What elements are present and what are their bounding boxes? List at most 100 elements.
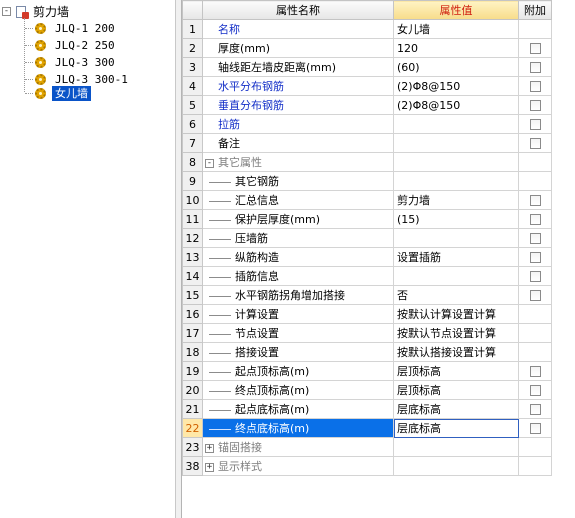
row-number: 12 bbox=[182, 228, 203, 248]
property-name: 计算设置 bbox=[235, 308, 279, 321]
expand-icon[interactable]: + bbox=[205, 462, 214, 472]
extra-checkbox[interactable] bbox=[529, 214, 541, 225]
property-name: 起点底标高(m) bbox=[235, 403, 310, 416]
row-number: 4 bbox=[182, 76, 203, 96]
table-row-selected[interactable]: 22 终点底标高(m) 层底标高 bbox=[182, 418, 552, 438]
table-row[interactable]: 14 插筋信息 bbox=[182, 266, 552, 286]
tree-root[interactable]: - 剪力墙 bbox=[2, 3, 69, 20]
tree-item[interactable]: JLQ-2 250 bbox=[25, 37, 118, 53]
column-header-extra[interactable]: 附加 bbox=[518, 0, 552, 20]
table-row[interactable]: 7 备注 bbox=[182, 133, 552, 153]
table-row[interactable]: 20 终点顶标高(m) 层顶标高 bbox=[182, 380, 552, 400]
extra-cell bbox=[518, 57, 552, 77]
property-value[interactable] bbox=[393, 266, 519, 286]
table-row[interactable]: 9 其它钢筋 bbox=[182, 171, 552, 191]
table-row[interactable]: 15 水平钢筋拐角增加搭接 否 bbox=[182, 285, 552, 305]
property-value[interactable]: (2)Φ8@150 bbox=[393, 95, 519, 115]
property-value[interactable]: 设置插筋 bbox=[393, 247, 519, 267]
extra-checkbox[interactable] bbox=[529, 81, 541, 92]
tree-item[interactable]: JLQ-3 300 bbox=[25, 54, 118, 70]
extra-checkbox[interactable] bbox=[529, 404, 541, 415]
extra-cell bbox=[518, 209, 552, 229]
group-row[interactable]: 8 - 其它属性 bbox=[182, 152, 552, 172]
extra-checkbox[interactable] bbox=[529, 366, 541, 377]
extra-checkbox[interactable] bbox=[529, 100, 541, 111]
property-value[interactable]: 120 bbox=[393, 38, 519, 58]
property-name: 垂直分布钢筋 bbox=[202, 95, 394, 115]
extra-cell bbox=[518, 114, 552, 134]
property-name: 保护层厚度(mm) bbox=[235, 213, 321, 226]
group-name-cell[interactable]: - 其它属性 bbox=[202, 152, 394, 172]
row-number: 17 bbox=[182, 323, 203, 343]
collapse-icon[interactable]: - bbox=[205, 158, 214, 168]
property-value[interactable]: 层顶标高 bbox=[393, 380, 519, 400]
extra-checkbox[interactable] bbox=[529, 271, 541, 282]
table-row[interactable]: 19 起点顶标高(m) 层顶标高 bbox=[182, 361, 552, 381]
tree-item-label: JLQ-1 200 bbox=[55, 21, 115, 35]
property-value[interactable] bbox=[393, 228, 519, 248]
group-name-cell[interactable]: + 显示样式 bbox=[202, 456, 394, 476]
gear-icon bbox=[35, 39, 46, 51]
row-number-header bbox=[182, 0, 203, 20]
table-row[interactable]: 17 节点设置 按默认节点设置计算 bbox=[182, 323, 552, 343]
row-number: 11 bbox=[182, 209, 203, 229]
property-value[interactable]: 按默认节点设置计算 bbox=[393, 323, 519, 343]
extra-checkbox[interactable] bbox=[529, 385, 541, 396]
group-row[interactable]: 38 + 显示样式 bbox=[182, 456, 552, 476]
property-value[interactable]: 层顶标高 bbox=[393, 361, 519, 381]
table-row[interactable]: 18 搭接设置 按默认搭接设置计算 bbox=[182, 342, 552, 362]
extra-checkbox[interactable] bbox=[529, 138, 541, 149]
table-row[interactable]: 13 纵筋构造 设置插筋 bbox=[182, 247, 552, 267]
property-value[interactable]: (15) bbox=[393, 209, 519, 229]
property-name-cell: 起点底标高(m) bbox=[202, 399, 394, 419]
property-value[interactable]: 女儿墙 bbox=[393, 19, 519, 39]
expand-icon[interactable]: + bbox=[205, 443, 214, 453]
property-value[interactable] bbox=[393, 114, 519, 134]
property-name: 纵筋构造 bbox=[235, 251, 279, 264]
group-row[interactable]: 23 + 锚固搭接 bbox=[182, 437, 552, 457]
table-row[interactable]: 16 计算设置 按默认计算设置计算 bbox=[182, 304, 552, 324]
group-name-cell[interactable]: + 锚固搭接 bbox=[202, 437, 394, 457]
gear-icon bbox=[35, 87, 46, 99]
column-header-name[interactable]: 属性名称 bbox=[202, 0, 394, 20]
extra-checkbox[interactable] bbox=[529, 423, 541, 434]
table-row[interactable]: 3 轴线距左墙皮距离(mm) (60) bbox=[182, 57, 552, 77]
table-row[interactable]: 5 垂直分布钢筋 (2)Φ8@150 bbox=[182, 95, 552, 115]
table-row[interactable]: 12 压墙筋 bbox=[182, 228, 552, 248]
property-name: 其它钢筋 bbox=[235, 175, 279, 188]
extra-checkbox[interactable] bbox=[529, 252, 541, 263]
extra-checkbox[interactable] bbox=[529, 195, 541, 206]
property-value[interactable]: 按默认计算设置计算 bbox=[393, 304, 519, 324]
extra-checkbox[interactable] bbox=[529, 119, 541, 130]
property-value[interactable]: (60) bbox=[393, 57, 519, 77]
extra-checkbox[interactable] bbox=[529, 62, 541, 73]
table-row[interactable]: 1 名称 女儿墙 bbox=[182, 19, 552, 39]
tree-item-selected[interactable]: 女儿墙 bbox=[25, 85, 91, 101]
tree-collapse-icon[interactable]: - bbox=[2, 7, 11, 16]
property-value bbox=[393, 152, 519, 172]
extra-checkbox[interactable] bbox=[529, 233, 541, 244]
table-row[interactable]: 21 起点底标高(m) 层底标高 bbox=[182, 399, 552, 419]
table-row[interactable]: 6 拉筋 bbox=[182, 114, 552, 134]
table-row[interactable]: 11 保护层厚度(mm) (15) bbox=[182, 209, 552, 229]
extra-checkbox[interactable] bbox=[529, 290, 541, 301]
property-value[interactable]: (2)Φ8@150 bbox=[393, 76, 519, 96]
column-header-value[interactable]: 属性值 bbox=[393, 0, 519, 20]
table-row[interactable]: 10 汇总信息 剪力墙 bbox=[182, 190, 552, 210]
extra-checkbox[interactable] bbox=[529, 43, 541, 54]
tree-item[interactable]: JLQ-1 200 bbox=[25, 20, 118, 36]
component-type-icon bbox=[13, 5, 29, 19]
extra-cell bbox=[518, 171, 552, 191]
table-row[interactable]: 2 厚度(mm) 120 bbox=[182, 38, 552, 58]
property-value[interactable]: 剪力墙 bbox=[393, 190, 519, 210]
property-value[interactable] bbox=[393, 171, 519, 191]
property-value[interactable] bbox=[393, 133, 519, 153]
property-value[interactable]: 否 bbox=[393, 285, 519, 305]
property-value-editor[interactable]: 层底标高 bbox=[393, 418, 519, 438]
tree-root-label: 剪力墙 bbox=[33, 5, 70, 19]
row-number: 2 bbox=[182, 38, 203, 58]
table-row[interactable]: 4 水平分布钢筋 (2)Φ8@150 bbox=[182, 76, 552, 96]
property-value[interactable]: 层底标高 bbox=[393, 399, 519, 419]
property-value[interactable]: 按默认搭接设置计算 bbox=[393, 342, 519, 362]
row-number: 16 bbox=[182, 304, 203, 324]
